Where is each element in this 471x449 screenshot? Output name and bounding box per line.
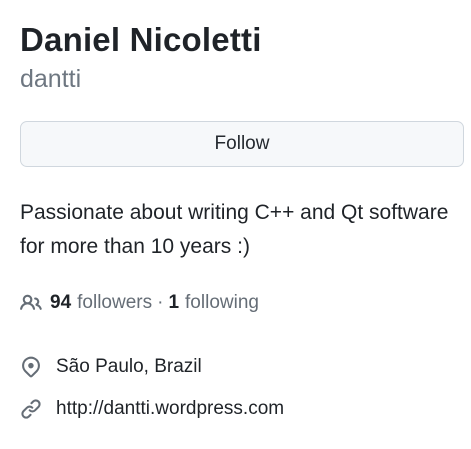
profile-display-name: Daniel Nicoletti xyxy=(20,21,262,58)
stats-separator: · xyxy=(157,292,164,313)
follow-button[interactable]: Follow xyxy=(20,121,464,167)
profile-website: http://dantti.wordpress.com xyxy=(20,396,284,422)
location-pin-icon xyxy=(20,356,42,378)
profile-card: Daniel Nicoletti dantti Follow Passionat… xyxy=(20,18,464,419)
profile-username: dantti xyxy=(20,65,82,93)
website-link[interactable]: http://dantti.wordpress.com xyxy=(56,398,284,420)
following-link[interactable]: 1 following xyxy=(168,292,259,314)
people-icon xyxy=(20,292,42,314)
location-text: São Paulo, Brazil xyxy=(56,356,202,377)
profile-location: São Paulo, Brazil xyxy=(20,354,202,380)
followers-count: 94 xyxy=(50,292,72,313)
followers-link[interactable]: 94 followers xyxy=(50,292,152,314)
profile-bio: Passionate about writing C++ and Qt soft… xyxy=(20,201,449,258)
following-count: 1 xyxy=(168,292,180,313)
following-label: following xyxy=(185,292,259,313)
follow-stats: 94 followers · 1 following xyxy=(20,290,259,316)
followers-label: followers xyxy=(77,292,153,313)
link-icon xyxy=(20,398,42,420)
